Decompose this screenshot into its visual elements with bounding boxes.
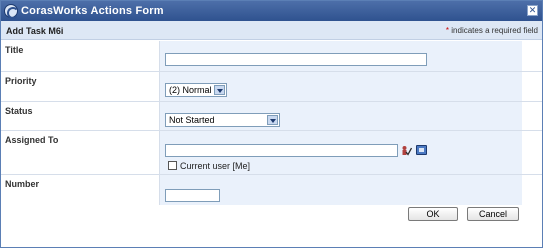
status-field-cell: Not Started [159, 102, 522, 130]
required-note: * indicates a required field [446, 26, 538, 35]
status-selected-value: Not Started [169, 115, 215, 125]
number-label: Number [1, 175, 159, 205]
cancel-button[interactable]: Cancel [467, 207, 519, 221]
priority-selected-value: (2) Normal [169, 85, 212, 95]
close-icon[interactable]: ✕ [527, 5, 538, 16]
priority-label: Priority [1, 72, 159, 101]
current-user-label: Current user [Me] [180, 161, 251, 171]
number-input[interactable] [165, 189, 220, 202]
status-select[interactable]: Not Started [165, 113, 280, 127]
status-row: Status Not Started [1, 102, 542, 131]
actions-form-window: CorasWorks Actions Form ✕ Add Task M6i *… [0, 0, 543, 248]
title-label: Title [1, 41, 159, 71]
form-subheader: Add Task M6i * indicates a required fiel… [1, 21, 542, 40]
priority-select[interactable]: (2) Normal [165, 83, 227, 97]
assigned-to-row: Assigned To Current user [Me] [1, 131, 542, 175]
current-user-checkbox[interactable] [168, 161, 177, 170]
chevron-down-icon [267, 115, 278, 125]
window-title: CorasWorks Actions Form [21, 5, 164, 17]
assigned-to-label: Assigned To [1, 131, 159, 174]
assigned-to-input[interactable] [165, 144, 398, 157]
required-note-text: indicates a required field [451, 26, 538, 35]
form-heading: Add Task M6i [6, 26, 64, 36]
number-field-cell [159, 175, 522, 205]
priority-field-cell: (2) Normal [159, 72, 522, 101]
priority-row: Priority (2) Normal [1, 72, 542, 102]
title-input[interactable] [165, 53, 427, 66]
assigned-to-field-cell: Current user [Me] [159, 131, 522, 174]
required-star: * [445, 26, 450, 35]
number-row: Number [1, 175, 542, 205]
corasworks-logo-icon [4, 4, 19, 19]
title-field-cell [159, 41, 522, 71]
address-book-icon[interactable] [416, 145, 427, 155]
chevron-down-icon [214, 85, 225, 95]
title-row: Title [1, 41, 542, 72]
check-names-icon[interactable] [401, 145, 412, 156]
status-label: Status [1, 102, 159, 130]
title-bar: CorasWorks Actions Form ✕ [1, 1, 542, 21]
ok-button[interactable]: OK [408, 207, 458, 221]
